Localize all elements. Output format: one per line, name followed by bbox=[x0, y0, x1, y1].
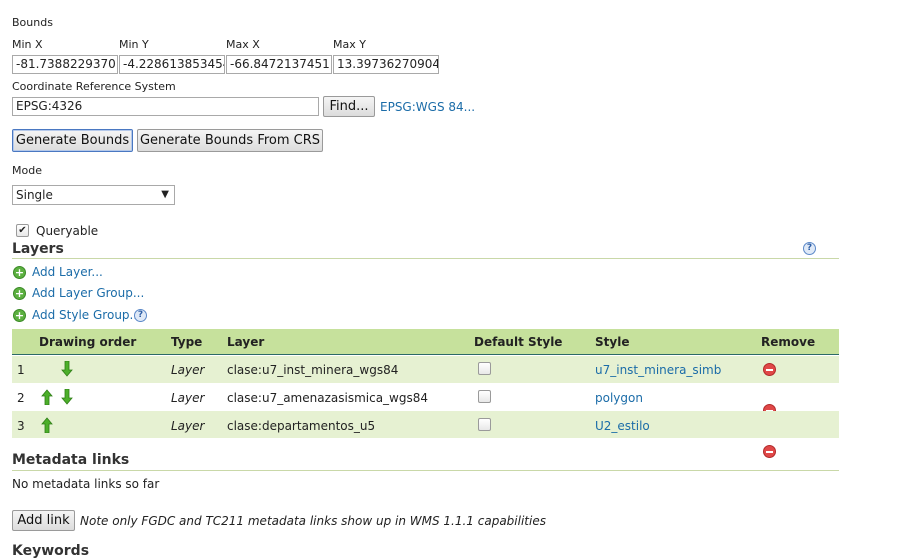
add-layer-group-plus-icon[interactable]: + bbox=[13, 287, 26, 300]
min-x-label: Min X bbox=[12, 38, 43, 51]
bounds-label: Bounds bbox=[12, 16, 53, 29]
add-layer-plus-icon[interactable]: + bbox=[13, 266, 26, 279]
add-style-group-plus-icon[interactable]: + bbox=[13, 309, 26, 322]
row-order: 3 bbox=[17, 419, 25, 433]
crs-input[interactable]: EPSG:4326 bbox=[12, 97, 319, 116]
add-style-group-link[interactable]: Add Style Group... bbox=[32, 308, 141, 322]
row-style-link[interactable]: u7_inst_minera_simb bbox=[595, 363, 721, 377]
row-type: Layer bbox=[171, 419, 205, 433]
add-layer-link[interactable]: Add Layer... bbox=[32, 265, 103, 279]
metadata-note: Note only FGDC and TC211 metadata links … bbox=[80, 514, 546, 528]
remove-icon[interactable] bbox=[763, 363, 776, 376]
default-style-checkbox[interactable] bbox=[478, 362, 491, 375]
metadata-divider bbox=[12, 470, 839, 471]
metadata-empty-text: No metadata links so far bbox=[12, 477, 160, 491]
min-x-input[interactable]: -81.738822937011 bbox=[12, 55, 118, 74]
move-down-arrow-icon[interactable] bbox=[61, 361, 73, 377]
col-remove: Remove bbox=[761, 335, 816, 349]
move-down-arrow-icon[interactable] bbox=[61, 389, 73, 405]
queryable-label: Queryable bbox=[36, 224, 99, 238]
row-style-link[interactable]: polygon bbox=[595, 391, 643, 405]
crs-label: Coordinate Reference System bbox=[12, 80, 176, 93]
row-type: Layer bbox=[171, 363, 205, 377]
row-style-link[interactable]: U2_estilo bbox=[595, 419, 650, 433]
keywords-heading: Keywords bbox=[12, 543, 90, 559]
min-y-input[interactable]: -4.2286138534545 bbox=[119, 55, 225, 74]
max-y-input[interactable]: 13.397362709045 bbox=[333, 55, 439, 74]
queryable-checkbox[interactable] bbox=[16, 224, 29, 237]
move-up-arrow-icon[interactable] bbox=[41, 389, 53, 405]
mode-label: Mode bbox=[12, 164, 42, 177]
row-type: Layer bbox=[171, 391, 205, 405]
style-group-help-icon[interactable]: ? bbox=[134, 309, 147, 322]
row-order: 2 bbox=[17, 391, 25, 405]
chevron-down-icon: ▼ bbox=[161, 189, 169, 200]
add-link-button[interactable]: Add link bbox=[12, 510, 75, 531]
max-x-label: Max X bbox=[226, 38, 260, 51]
move-up-arrow-icon[interactable] bbox=[41, 417, 53, 433]
default-style-checkbox[interactable] bbox=[478, 390, 491, 403]
generate-bounds-button[interactable]: Generate Bounds bbox=[12, 129, 133, 152]
question-mark-icon[interactable]: ? bbox=[803, 242, 816, 255]
col-default-style: Default Style bbox=[474, 335, 563, 349]
max-y-label: Max Y bbox=[333, 38, 366, 51]
mode-selected-value: Single bbox=[16, 188, 53, 202]
col-style: Style bbox=[595, 335, 630, 349]
table-row bbox=[12, 411, 839, 438]
remove-icon[interactable] bbox=[763, 445, 776, 458]
row-layer-name: clase:u7_amenazasismica_wgs84 bbox=[227, 391, 429, 405]
mode-select[interactable]: Single ▼ bbox=[12, 185, 175, 205]
row-layer-name: clase:departamentos_u5 bbox=[227, 419, 376, 433]
generate-bounds-from-crs-button[interactable]: Generate Bounds From CRS bbox=[137, 129, 323, 152]
col-type: Type bbox=[171, 335, 203, 349]
min-y-label: Min Y bbox=[119, 38, 149, 51]
row-order: 1 bbox=[17, 363, 25, 377]
metadata-links-heading: Metadata links bbox=[12, 452, 130, 468]
default-style-checkbox[interactable] bbox=[478, 418, 491, 431]
row-layer-name: clase:u7_inst_minera_wgs84 bbox=[227, 363, 399, 377]
max-x-input[interactable]: -66.847213745117 bbox=[226, 55, 332, 74]
find-crs-button[interactable]: Find... bbox=[323, 96, 375, 117]
crs-description-link[interactable]: EPSG:WGS 84... bbox=[380, 100, 475, 114]
add-layer-group-link[interactable]: Add Layer Group... bbox=[32, 286, 144, 300]
layers-heading: Layers bbox=[12, 241, 64, 257]
layers-divider bbox=[12, 258, 839, 259]
col-drawing-order: Drawing order bbox=[39, 335, 137, 349]
col-layer: Layer bbox=[227, 335, 265, 349]
